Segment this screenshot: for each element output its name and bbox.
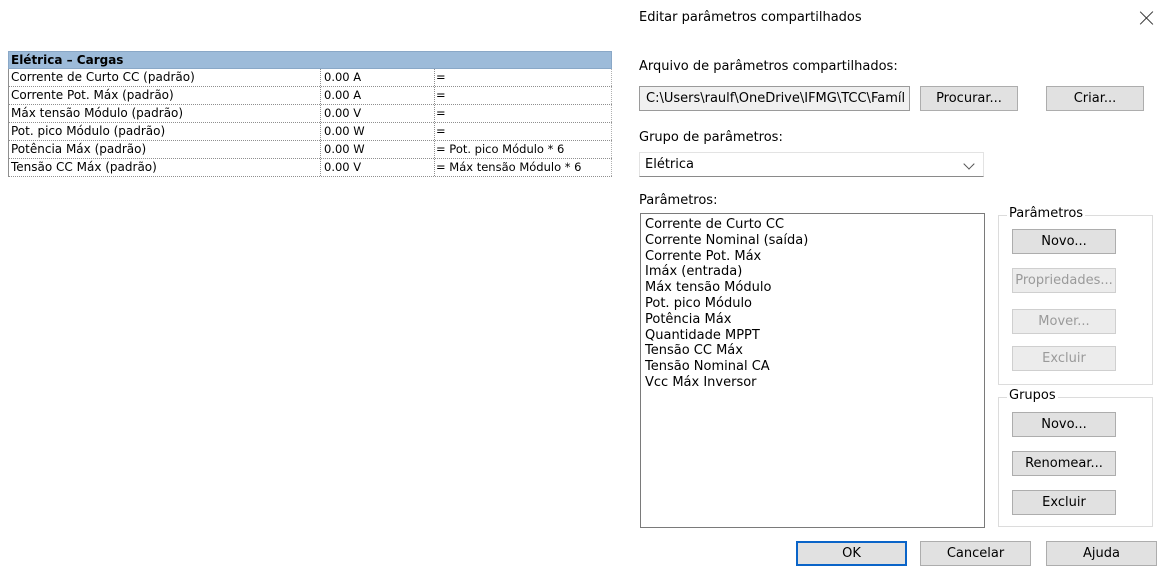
group-label: Grupo de parâmetros: — [639, 130, 783, 145]
param-value-cell[interactable]: 0.00 W — [321, 141, 435, 158]
table-row[interactable]: Potência Máx (padrão) 0.00 W = Pot. pico… — [8, 141, 612, 159]
browse-button[interactable]: Procurar... — [920, 86, 1018, 111]
new-group-button[interactable]: Novo... — [1012, 412, 1116, 437]
rename-group-button[interactable]: Renomear... — [1012, 451, 1116, 476]
param-name-cell: Corrente de Curto CC (padrão) — [8, 69, 321, 86]
table-row[interactable]: Pot. pico Módulo (padrão) 0.00 W = — [8, 123, 612, 141]
table-row[interactable]: Corrente Pot. Máx (padrão) 0.00 A = — [8, 87, 612, 105]
param-formula-cell[interactable]: = — [435, 123, 612, 140]
file-path-field[interactable]: C:\Users\raulf\OneDrive\IFMG\TCC\Famíl — [639, 86, 910, 111]
new-parameter-button[interactable]: Novo... — [1012, 229, 1116, 254]
chevron-down-icon — [963, 158, 975, 170]
file-label: Arquivo de parâmetros compartilhados: — [639, 59, 898, 74]
table-row[interactable]: Tensão CC Máx (padrão) 0.00 V = Máx tens… — [8, 159, 612, 177]
list-item[interactable]: Tensão CC Máx — [645, 343, 980, 359]
move-button[interactable]: Mover... — [1012, 309, 1116, 334]
cancel-button[interactable]: Cancelar — [920, 541, 1031, 566]
parameters-label: Parâmetros: — [639, 193, 718, 208]
param-value-cell[interactable]: 0.00 A — [321, 69, 435, 86]
list-item[interactable]: Potência Máx — [645, 312, 980, 328]
properties-button[interactable]: Propriedades... — [1012, 268, 1116, 293]
list-item[interactable]: Corrente Pot. Máx — [645, 249, 980, 265]
param-name-cell: Máx tensão Módulo (padrão) — [8, 105, 321, 122]
table-row[interactable]: Corrente de Curto CC (padrão) 0.00 A = — [8, 69, 612, 87]
help-button[interactable]: Ajuda — [1046, 541, 1157, 566]
delete-parameter-button[interactable]: Excluir — [1012, 346, 1116, 371]
groups-groupbox-title: Grupos — [1007, 388, 1058, 403]
list-item[interactable]: Pot. pico Módulo — [645, 296, 980, 312]
param-formula-cell[interactable]: = Máx tensão Módulo * 6 — [435, 159, 612, 176]
parameters-groupbox-title: Parâmetros — [1007, 206, 1086, 221]
parameter-group-value: Elétrica — [645, 157, 694, 172]
parameter-group-select[interactable]: Elétrica — [639, 152, 984, 177]
parameters-table: Elétrica – Cargas Corrente de Curto CC (… — [8, 51, 612, 177]
list-item[interactable]: Tensão Nominal CA — [645, 359, 980, 375]
param-value-cell[interactable]: 0.00 V — [321, 105, 435, 122]
list-item[interactable]: Corrente de Curto CC — [645, 217, 980, 233]
edit-shared-parameters-dialog: Editar parâmetros compartilhados Arquivo… — [626, 0, 1166, 568]
param-formula-cell[interactable]: = Pot. pico Módulo * 6 — [435, 141, 612, 158]
param-formula-cell[interactable]: = — [435, 69, 612, 86]
list-item[interactable]: Vcc Máx Inversor — [645, 375, 980, 391]
param-value-cell[interactable]: 0.00 V — [321, 159, 435, 176]
list-item[interactable]: Quantidade MPPT — [645, 328, 980, 344]
list-item[interactable]: Corrente Nominal (saída) — [645, 233, 980, 249]
param-value-cell[interactable]: 0.00 W — [321, 123, 435, 140]
param-name-cell: Pot. pico Módulo (padrão) — [8, 123, 321, 140]
param-formula-cell[interactable]: = — [435, 87, 612, 104]
table-group-header: Elétrica – Cargas — [8, 51, 612, 69]
list-item[interactable]: Máx tensão Módulo — [645, 280, 980, 296]
delete-group-button[interactable]: Excluir — [1012, 490, 1116, 515]
create-button[interactable]: Criar... — [1046, 86, 1144, 111]
ok-button[interactable]: OK — [796, 541, 907, 566]
param-name-cell: Potência Máx (padrão) — [8, 141, 321, 158]
list-item[interactable]: Imáx (entrada) — [645, 264, 980, 280]
param-name-cell: Corrente Pot. Máx (padrão) — [8, 87, 321, 104]
param-value-cell[interactable]: 0.00 A — [321, 87, 435, 104]
close-icon[interactable] — [1136, 8, 1158, 30]
parameters-list[interactable]: Corrente de Curto CC Corrente Nominal (s… — [640, 213, 985, 528]
param-name-cell: Tensão CC Máx (padrão) — [8, 159, 321, 176]
table-row[interactable]: Máx tensão Módulo (padrão) 0.00 V = — [8, 105, 612, 123]
dialog-title: Editar parâmetros compartilhados — [639, 10, 862, 25]
param-formula-cell[interactable]: = — [435, 105, 612, 122]
